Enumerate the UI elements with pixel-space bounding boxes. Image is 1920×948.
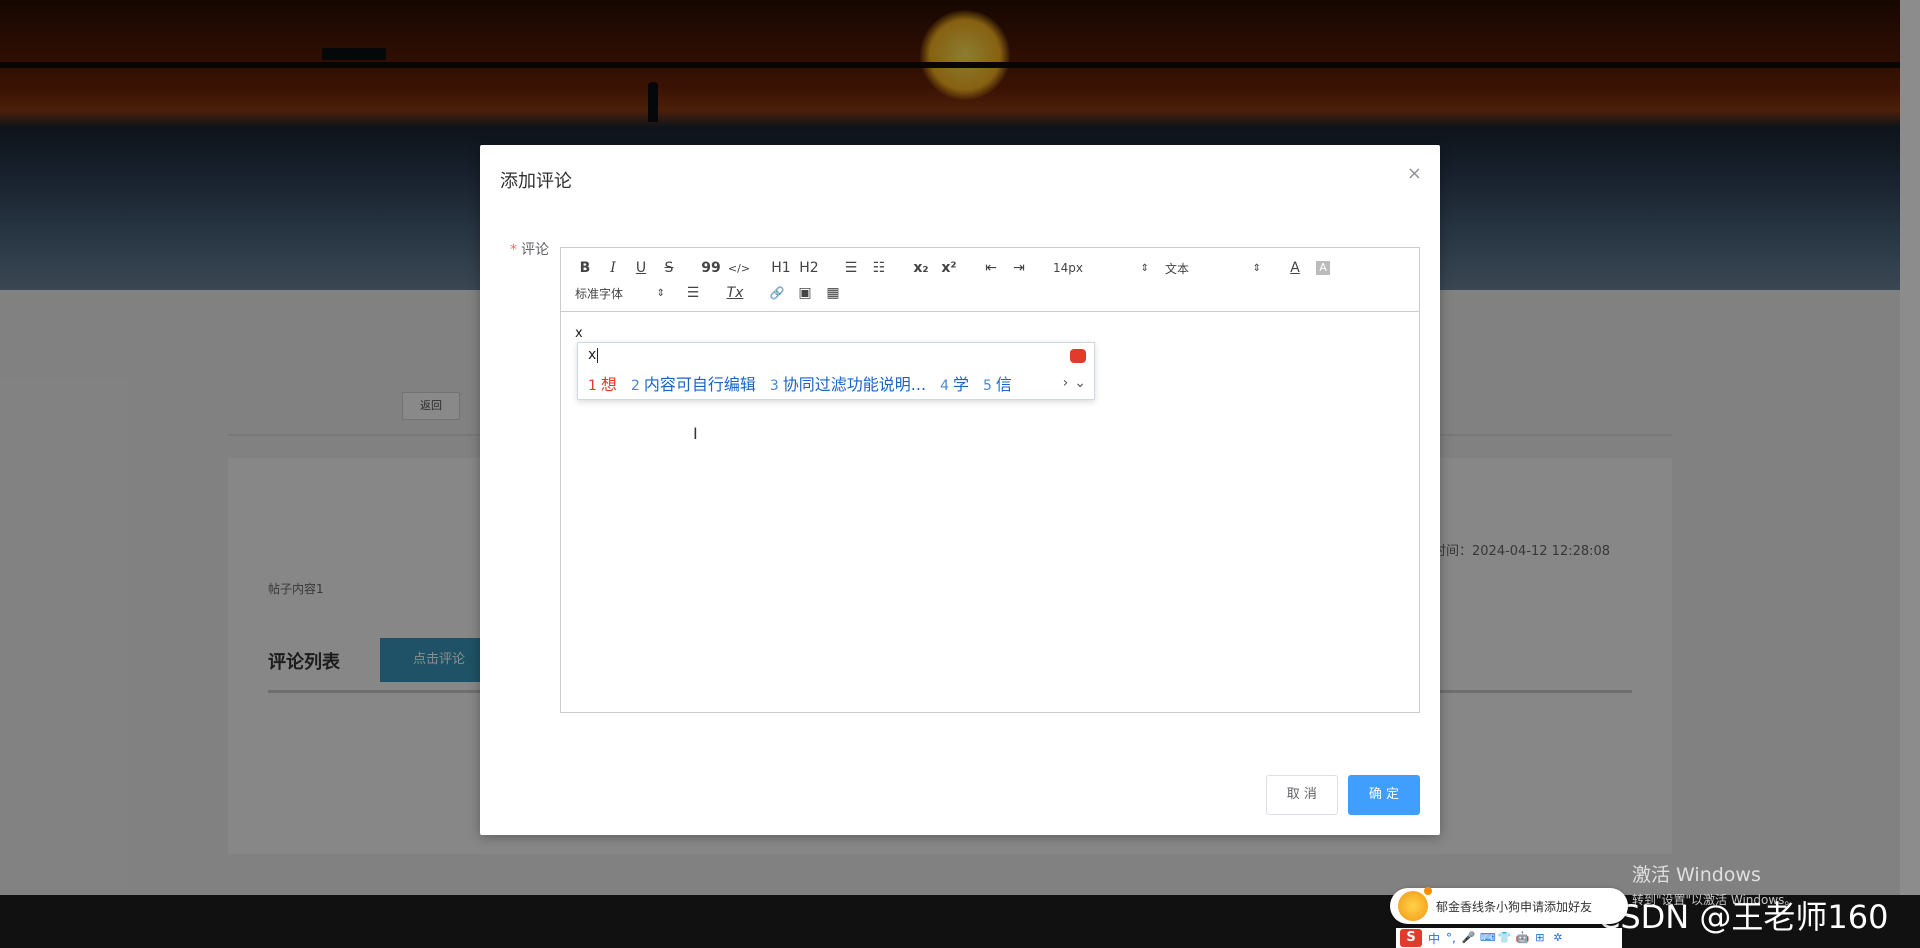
toolbar-row-1: B I U S 99 </> H1 H2 ☰ ☷ x₂ x² ⇤ ⇥ 14px … — [571, 258, 1330, 278]
confirm-button[interactable]: 确 定 — [1347, 775, 1420, 815]
blockquote-button[interactable]: 99 — [697, 260, 725, 276]
superscript-button[interactable]: x² — [935, 260, 963, 276]
text-color-button[interactable]: A — [1281, 260, 1309, 276]
ime-assistant-icon[interactable]: 🤖 — [1516, 932, 1530, 944]
ime-settings-icon[interactable]: ✲ — [1552, 932, 1564, 944]
cancel-button[interactable]: 取 消 — [1265, 775, 1338, 815]
underline-button[interactable]: U — [627, 260, 655, 276]
ime-friend-toast[interactable]: 郁金香线条小狗申请添加好友 — [1390, 887, 1628, 924]
ime-composition-text: x — [588, 347, 597, 363]
chevron-updown-icon: ⇕ — [1140, 262, 1149, 274]
ime-keyboard-icon[interactable]: ⌨ — [1480, 932, 1496, 944]
ime-nav: › ⌄ — [1063, 375, 1086, 391]
comment-label-text: 评论 — [521, 242, 549, 258]
bullet-list-button[interactable]: ☷ — [865, 260, 893, 276]
ime-toast-message: 郁金香线条小狗申请添加好友 — [1436, 899, 1593, 914]
text-cursor-icon: I — [693, 424, 698, 443]
font-size-value: 14px — [1053, 261, 1083, 275]
ime-candidate-5[interactable]: 5信 — [983, 371, 1012, 395]
ime-skin-icon[interactable]: 👕 — [1498, 932, 1512, 944]
font-family-value: 标准字体 — [575, 286, 624, 301]
rich-text-editor: B I U S 99 </> H1 H2 ☰ ☷ x₂ x² ⇤ ⇥ 14px … — [560, 247, 1420, 713]
sogou-logo-icon[interactable]: S — [1400, 929, 1422, 947]
activation-title: 激活 Windows — [1632, 864, 1761, 886]
ime-voice-icon[interactable]: 🎤 — [1462, 932, 1476, 944]
header-2-button[interactable]: H2 — [795, 260, 823, 276]
ime-punct-toggle[interactable]: °, — [1446, 931, 1456, 945]
code-block-button[interactable]: </> — [725, 262, 753, 275]
chevron-down-icon[interactable]: ⌄ — [1074, 375, 1086, 391]
chevron-right-icon[interactable]: › — [1063, 375, 1069, 391]
ime-toolbox-icon[interactable]: ⊞ — [1534, 932, 1546, 944]
bold-button[interactable]: B — [571, 260, 599, 276]
chevron-updown-icon: ⇕ — [656, 287, 665, 299]
font-family-select[interactable]: 标准字体 ⇕ — [571, 285, 671, 302]
ime-candidate-2[interactable]: 2 内容可自行编辑 — [631, 371, 756, 395]
background-color-button[interactable]: A — [1316, 261, 1330, 275]
header-value: 文本 — [1165, 261, 1190, 276]
sogou-popup-logo-icon — [1070, 349, 1086, 363]
close-icon[interactable]: × — [1407, 163, 1422, 184]
strike-button[interactable]: S — [655, 260, 683, 276]
indent-button[interactable]: ⇥ — [1005, 260, 1033, 276]
ime-candidate-popup[interactable]: x 1想 2 内容可自行编辑 3 协同过滤功能说明... 4学 5信 › ⌄ — [577, 342, 1095, 400]
add-comment-dialog: 添加评论 × * 评论 B I U S 99 </> H1 H2 ☰ ☷ x₂ x… — [480, 145, 1440, 835]
link-button[interactable]: 🔗 — [763, 286, 791, 300]
editor-typed-text: x — [575, 326, 583, 341]
comment-field-label: * 评论 — [510, 239, 549, 259]
dialog-footer: 取 消 确 定 — [1265, 775, 1420, 815]
header-select[interactable]: 文本 ⇕ — [1159, 260, 1267, 277]
ime-status-bar[interactable]: S 中 °, 🎤 ⌨ 👕 🤖 ⊞ ✲ — [1396, 928, 1622, 948]
ime-language-toggle[interactable]: 中 — [1428, 930, 1440, 947]
subscript-button[interactable]: x₂ — [907, 260, 935, 276]
ime-candidate-4[interactable]: 4学 — [940, 371, 969, 395]
italic-button[interactable]: I — [599, 260, 627, 276]
toolbar-row-2: 标准字体 ⇕ ☰ Tx 🔗 ▣ ▦ — [571, 283, 847, 303]
ime-candidate-1[interactable]: 1想 — [588, 371, 617, 395]
ime-mascot-icon — [1398, 887, 1432, 921]
outdent-button[interactable]: ⇤ — [977, 260, 1005, 276]
ime-candidate-3[interactable]: 3 协同过滤功能说明... — [770, 371, 926, 395]
dialog-title: 添加评论 — [500, 171, 572, 192]
ime-candidate-list: 1想 2 内容可自行编辑 3 协同过滤功能说明... 4学 5信 — [588, 371, 1012, 395]
image-button[interactable]: ▣ — [791, 285, 819, 301]
ordered-list-button[interactable]: ☰ — [837, 260, 865, 276]
editor-toolbar: B I U S 99 </> H1 H2 ☰ ☷ x₂ x² ⇤ ⇥ 14px … — [561, 248, 1419, 312]
required-mark: * — [510, 242, 517, 258]
clean-format-button[interactable]: Tx — [721, 285, 749, 301]
video-button[interactable]: ▦ — [819, 285, 847, 301]
editor-content-area[interactable]: x x 1想 2 内容可自行编辑 3 协同过滤功能说明... 4学 5信 › ⌄ I — [561, 312, 1419, 712]
align-button[interactable]: ☰ — [679, 285, 707, 301]
font-size-select[interactable]: 14px ⇕ — [1047, 261, 1155, 275]
chevron-updown-icon: ⇕ — [1252, 262, 1261, 274]
header-1-button[interactable]: H1 — [767, 260, 795, 276]
csdn-watermark: CSDN @王老师160 — [1598, 898, 1889, 936]
